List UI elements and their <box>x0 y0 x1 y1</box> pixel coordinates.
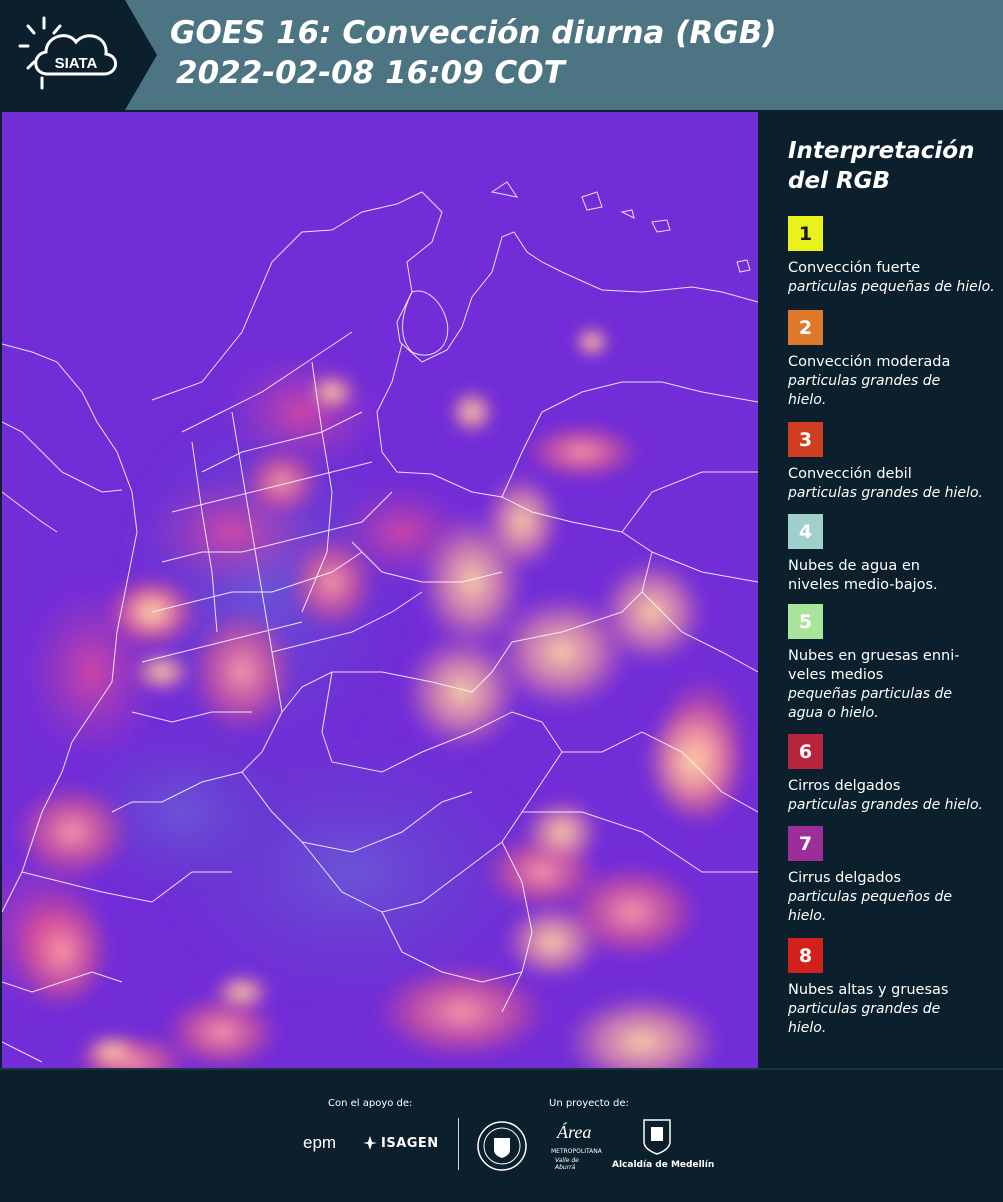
alcaldia-text: Alcaldía de Medellín <box>612 1160 715 1170</box>
footer-divider <box>458 1118 459 1170</box>
legend-sub-text: particulas grandes de hielo. <box>788 485 983 501</box>
legend-item-3: 3 Convección debil particulas grandes de h… <box>788 422 998 503</box>
legend-item-6: 6 Cirros delgados particulas grandes de hi… <box>788 734 998 815</box>
legend-main-text: Convección fuerte <box>788 260 921 276</box>
footer: Con el apoyo de: Un proyecto de: epm ISA… <box>0 1068 1003 1202</box>
legend-item-2: 2 Convección moderada particulas grandes d… <box>788 310 998 410</box>
area-line1: METROPOLITANA <box>551 1148 602 1155</box>
legend-main-text: Nubes de agua en niveles medio-bajos. <box>788 558 938 593</box>
legend-sub-text: pequeñas particulas de agua o hielo. <box>788 686 952 721</box>
legend-item-5: 5 Nubes en gruesas enni- veles medios pequ… <box>788 604 998 723</box>
legend-main-text: Cirros delgados <box>788 778 901 794</box>
legend-panel: Interpretación del RGB 1 Convección fuert… <box>760 110 1003 1068</box>
legend-swatch: 7 <box>788 826 823 861</box>
area-metropolitana-logo: Área METROPOLITANA Valle de Aburrá <box>551 1120 602 1172</box>
satellite-map[interactable] <box>2 112 758 1068</box>
area-line2: Valle de Aburrá <box>555 1157 579 1171</box>
page-title: GOES 16: Convección diurna (RGB) <box>170 15 777 51</box>
legend-swatch: 5 <box>788 604 823 639</box>
legend-main-text: Convección debil <box>788 466 912 482</box>
logo-arrow-shape <box>125 0 157 110</box>
project-label: Un proyecto de: <box>549 1098 629 1109</box>
satellite-map-svg <box>2 112 758 1068</box>
legend-swatch: 3 <box>788 422 823 457</box>
header-bar: SIATA GOES 16: Convección diurna (RGB) 2… <box>0 0 1003 110</box>
medellin-seal-icon <box>477 1121 527 1171</box>
logo-block: SIATA <box>0 0 125 110</box>
logo-text: SIATA <box>55 55 98 72</box>
legend-sub-text: particulas pequeños de hielo. <box>788 889 952 924</box>
legend-swatch: 4 <box>788 514 823 549</box>
legend-main-text: Convección moderada <box>788 354 951 370</box>
legend-item-8: 8 Nubes altas y gruesas particulas grandes… <box>788 938 998 1038</box>
support-label: Con el apoyo de: <box>328 1098 413 1109</box>
legend-sub-text: particulas grandes de hielo. <box>788 373 941 408</box>
isagen-logo: ISAGEN <box>381 1136 439 1151</box>
legend-swatch: 6 <box>788 734 823 769</box>
legend-main-text: Nubes en gruesas enni- veles medios <box>788 648 960 683</box>
legend-item-4: 4 Nubes de agua en niveles medio-bajos. <box>788 514 998 595</box>
epm-logo: epm <box>303 1133 337 1152</box>
siata-logo: SIATA <box>18 16 117 90</box>
legend-swatch: 1 <box>788 216 823 251</box>
legend-sub-text: particulas grandes de hielo. <box>788 797 983 813</box>
legend-item-7: 7 Cirrus delgados particulas pequeños de h… <box>788 826 998 926</box>
page-datetime: 2022-02-08 16:09 COT <box>176 55 565 91</box>
area-script: Área <box>557 1122 592 1142</box>
legend-main-text: Nubes altas y gruesas <box>788 982 949 998</box>
legend-swatch: 8 <box>788 938 823 973</box>
legend-item-1: 1 Convección fuerte particulas pequeñas de… <box>788 216 998 297</box>
legend-swatch: 2 <box>788 310 823 345</box>
legend-title: Interpretación del RGB <box>788 138 975 194</box>
legend-sub-text: particulas pequeñas de hielo. <box>788 279 995 295</box>
isagen-icon <box>363 1136 377 1150</box>
alcaldia-shield-icon <box>643 1119 671 1155</box>
legend-sub-text: particulas grandes de hielo. <box>788 1001 941 1036</box>
legend-main-text: Cirrus delgados <box>788 870 902 886</box>
